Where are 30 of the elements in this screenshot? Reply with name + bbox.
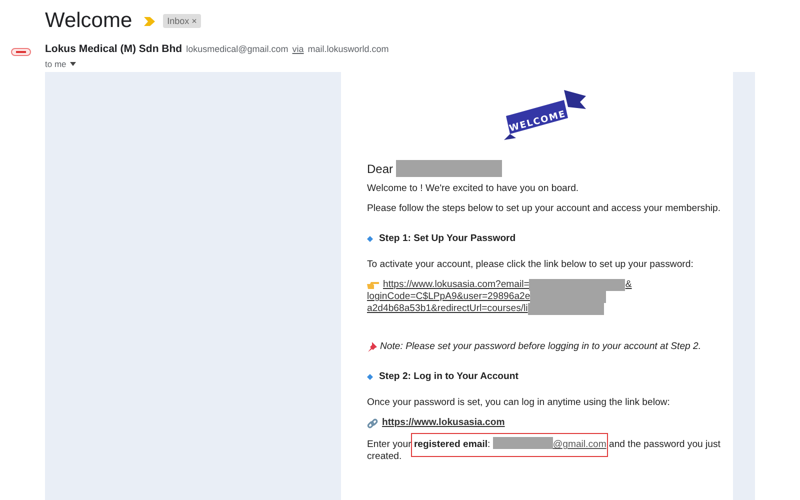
sender-name: Lokus Medical (M) Sdn Bhd: [45, 42, 182, 57]
recipients-dropdown[interactable]: to me: [45, 58, 76, 70]
body-text: To activate your account, please click the link below to set up your password:: [367, 259, 694, 271]
step-heading: Step 1: Set Up Your Password: [379, 233, 516, 245]
password-setup-link[interactable]: &: [625, 279, 632, 291]
password-setup-link[interactable]: https://www.lokusasia.com?email=: [383, 279, 530, 291]
sender-domain: mail.lokusworld.com: [308, 43, 389, 56]
body-text: Please follow the steps below to set up your account and access your membership.: [367, 203, 722, 215]
pushpin-icon: [367, 342, 377, 352]
email-instruction-text: Enter your registered email: @gmail.com and the password you just created.: [367, 437, 722, 463]
body-text: Welcome to ! We're excited to have you on board.: [367, 183, 580, 195]
greeting-text: Dear: [367, 162, 394, 174]
body-text: Once your password is set, you can log in anytime using the link below:: [367, 397, 671, 409]
step-heading: Step 2: Log in to Your Account: [379, 371, 518, 383]
diamond-icon: [367, 236, 373, 242]
importance-marker-icon[interactable]: [144, 16, 156, 26]
password-setup-link[interactable]: loginCode=C$LPpA9&user=29896a2e: [367, 291, 530, 303]
label-chip[interactable]: Inbox ×: [163, 14, 201, 28]
note-text: Note: Please set your password before logging in to your account at Step 2.: [380, 341, 702, 353]
pointing-hand-icon: [367, 280, 379, 290]
email-subject: Welcome: [45, 8, 132, 34]
website-link[interactable]: https://www.lokusasia.com: [382, 417, 505, 429]
link-icon: [367, 418, 378, 428]
sender-email: lokusmedical@gmail.com: [186, 43, 288, 56]
sender-logo-icon: [11, 48, 31, 56]
email-link[interactable]: @gmail.com: [552, 439, 606, 450]
diamond-icon: [367, 374, 373, 380]
password-setup-link[interactable]: a2d4b68a53b1&redirectUrl=courses/li: [367, 303, 528, 315]
via-link[interactable]: via: [292, 43, 304, 56]
caret-icon[interactable]: [70, 62, 76, 66]
